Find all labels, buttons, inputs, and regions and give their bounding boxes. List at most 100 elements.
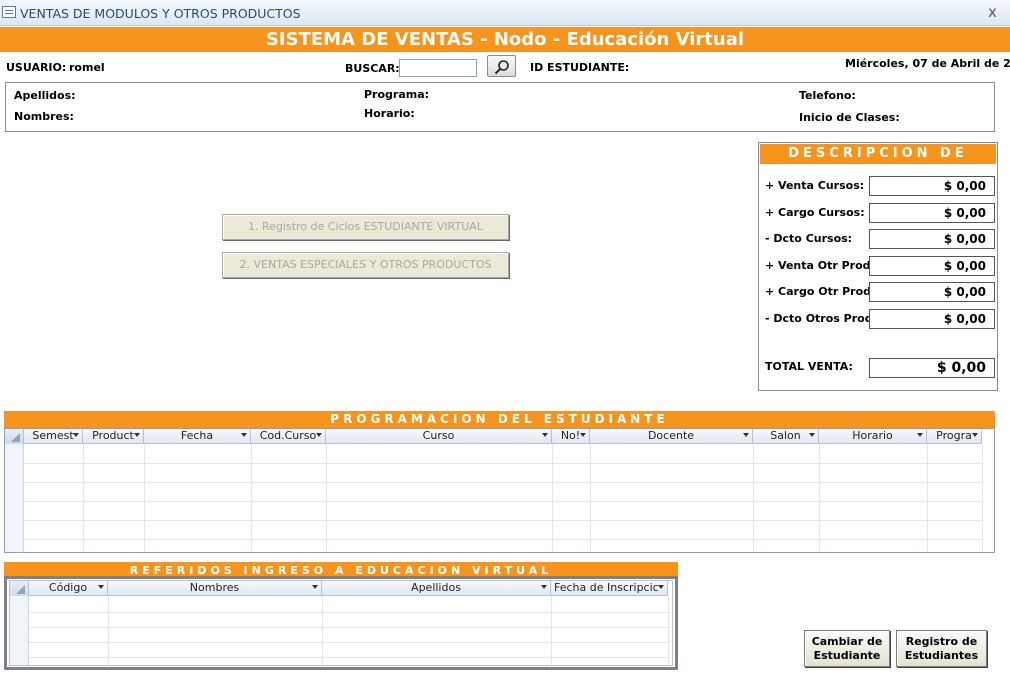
close-icon[interactable]: x xyxy=(988,3,997,21)
col-apellidos[interactable]: Apellidos xyxy=(322,581,551,596)
programacion-header: PROGRAMACION DEL ESTUDIANTE xyxy=(4,411,995,428)
dropdown-arrow-icon[interactable] xyxy=(809,433,815,437)
total-venta-value[interactable]: $ 0,00 xyxy=(869,358,995,378)
referidos-grid[interactable]: Código Nombres Apellidos Fecha de Inscri… xyxy=(9,580,673,666)
row-divider xyxy=(24,520,982,521)
col-nombres[interactable]: Nombres xyxy=(108,581,322,596)
row-divider xyxy=(24,482,982,483)
dcto-cursos-value[interactable]: $ 0,00 xyxy=(869,229,995,249)
telefono-label: Telefono: xyxy=(799,89,856,102)
row-divider xyxy=(29,612,668,613)
programacion-grid-header: Semest Product Fecha Cod.Curso Curso No!… xyxy=(5,429,982,444)
record-selector-column[interactable] xyxy=(5,444,24,552)
dropdown-arrow-icon[interactable] xyxy=(241,433,247,437)
col-fecha[interactable]: Fecha xyxy=(144,429,251,444)
total-venta-label: TOTAL VENTA: xyxy=(765,360,853,373)
col-divider xyxy=(322,596,323,665)
dcto-otros-prod-value[interactable]: $ 0,00 xyxy=(869,309,995,329)
cargo-otr-prod-label: + Cargo Otr Prod: xyxy=(765,285,876,298)
registro-line2: Estudiantes xyxy=(904,649,979,662)
col-curso[interactable]: Curso xyxy=(326,429,552,444)
col-no[interactable]: No! xyxy=(552,429,590,444)
col-divider xyxy=(144,444,145,552)
col-divider xyxy=(551,596,552,665)
programa-label: Programa: xyxy=(364,88,430,101)
select-all-icon[interactable] xyxy=(5,429,24,444)
cargo-cursos-value[interactable]: $ 0,00 xyxy=(869,203,995,223)
col-divider xyxy=(251,444,252,552)
record-selector-column[interactable] xyxy=(10,596,29,665)
col-divider xyxy=(108,596,109,665)
col-divider xyxy=(552,444,553,552)
dcto-otros-prod-label: - Dcto Otros Prod: xyxy=(765,312,877,325)
col-codigo[interactable]: Código xyxy=(29,581,108,596)
registro-ciclos-button[interactable]: 1. Registro de Ciclos ESTUDIANTE VIRTUAL xyxy=(222,214,509,240)
main-header: SISTEMA DE VENTAS - Nodo - Educación Vir… xyxy=(0,27,1010,52)
venta-cursos-value[interactable]: $ 0,00 xyxy=(869,176,995,196)
dropdown-arrow-icon[interactable] xyxy=(917,433,923,437)
cargo-cursos-label: + Cargo Cursos: xyxy=(765,206,865,219)
cambiar-line1: Cambiar de xyxy=(811,635,883,648)
dropdown-arrow-icon[interactable] xyxy=(541,585,547,589)
search-input[interactable] xyxy=(399,59,477,77)
student-info-box: Apellidos: Nombres: Programa: Horario: T… xyxy=(5,82,995,132)
row-divider xyxy=(24,463,982,464)
dropdown-arrow-icon[interactable] xyxy=(98,585,104,589)
usuario-value: romel xyxy=(69,61,105,74)
dropdown-arrow-icon[interactable] xyxy=(972,433,978,437)
venta-otr-prod-label: + Venta Otr Prod: xyxy=(765,259,875,272)
col-progra[interactable]: Progra xyxy=(927,429,982,444)
col-semest[interactable]: Semest xyxy=(24,429,83,444)
col-horario[interactable]: Horario xyxy=(819,429,927,444)
id-estudiante-label: ID ESTUDIANTE: xyxy=(530,61,630,74)
main-title: SISTEMA DE VENTAS - Nodo - Educación Vir… xyxy=(265,29,745,50)
row-divider xyxy=(24,501,982,502)
inicio-clases-label: Inicio de Clases: xyxy=(799,111,900,124)
search-button[interactable] xyxy=(487,55,516,77)
dropdown-arrow-icon[interactable] xyxy=(134,433,140,437)
col-fecha-inscripcion[interactable]: Fecha de Inscripcic xyxy=(551,581,668,596)
referidos-frame: Código Nombres Apellidos Fecha de Inscri… xyxy=(4,576,678,670)
col-cod-curso[interactable]: Cod.Curso xyxy=(251,429,326,444)
dcto-cursos-label: - Dcto Cursos: xyxy=(765,232,853,245)
window-title: VENTAS DE MODULOS Y OTROS PRODUCTOS xyxy=(20,6,301,21)
row-divider xyxy=(29,642,668,643)
apellidos-label: Apellidos: xyxy=(14,89,76,102)
dropdown-arrow-icon[interactable] xyxy=(658,585,664,589)
usuario-label: USUARIO: xyxy=(6,61,67,74)
programacion-grid[interactable]: Semest Product Fecha Cod.Curso Curso No!… xyxy=(4,428,995,553)
col-divider xyxy=(753,444,754,552)
ventas-especiales-button[interactable]: 2. VENTAS ESPECIALES Y OTROS PRODUCTOS xyxy=(222,252,509,278)
dropdown-arrow-icon[interactable] xyxy=(73,433,79,437)
dropdown-arrow-icon[interactable] xyxy=(542,433,548,437)
row-divider xyxy=(29,627,668,628)
dropdown-arrow-icon[interactable] xyxy=(743,433,749,437)
form-icon xyxy=(2,6,16,18)
select-all-icon[interactable] xyxy=(10,581,29,596)
horario-label: Horario: xyxy=(364,107,415,120)
registro-line1: Registro de xyxy=(905,635,978,648)
dropdown-arrow-icon[interactable] xyxy=(580,433,586,437)
window-title-bar: VENTAS DE MODULOS Y OTROS PRODUCTOS x xyxy=(0,0,1010,26)
search-icon xyxy=(494,60,509,75)
nombres-label: Nombres: xyxy=(14,110,74,123)
cambiar-estudiante-button[interactable]: Cambiar de Estudiante xyxy=(804,630,890,667)
dropdown-arrow-icon[interactable] xyxy=(312,585,318,589)
col-docente[interactable]: Docente xyxy=(590,429,753,444)
col-divider xyxy=(819,444,820,552)
row-divider xyxy=(24,539,982,540)
cargo-otr-prod-value[interactable]: $ 0,00 xyxy=(869,282,995,302)
venta-header: DESCRIPCION DE VENTA xyxy=(759,143,997,181)
col-salon[interactable]: Salon xyxy=(753,429,819,444)
row-divider xyxy=(29,657,668,658)
referidos-grid-header: Código Nombres Apellidos Fecha de Inscri… xyxy=(10,581,668,596)
venta-otr-prod-value[interactable]: $ 0,00 xyxy=(869,256,995,276)
registro-estudiantes-button[interactable]: Registro de Estudiantes xyxy=(896,630,987,667)
venta-cursos-label: + Venta Cursos: xyxy=(765,179,865,192)
col-divider xyxy=(668,596,669,665)
col-divider xyxy=(982,444,983,552)
col-divider xyxy=(83,444,84,552)
cambiar-line2: Estudiante xyxy=(813,649,881,662)
col-product[interactable]: Product xyxy=(83,429,144,444)
dropdown-arrow-icon[interactable] xyxy=(316,433,322,437)
